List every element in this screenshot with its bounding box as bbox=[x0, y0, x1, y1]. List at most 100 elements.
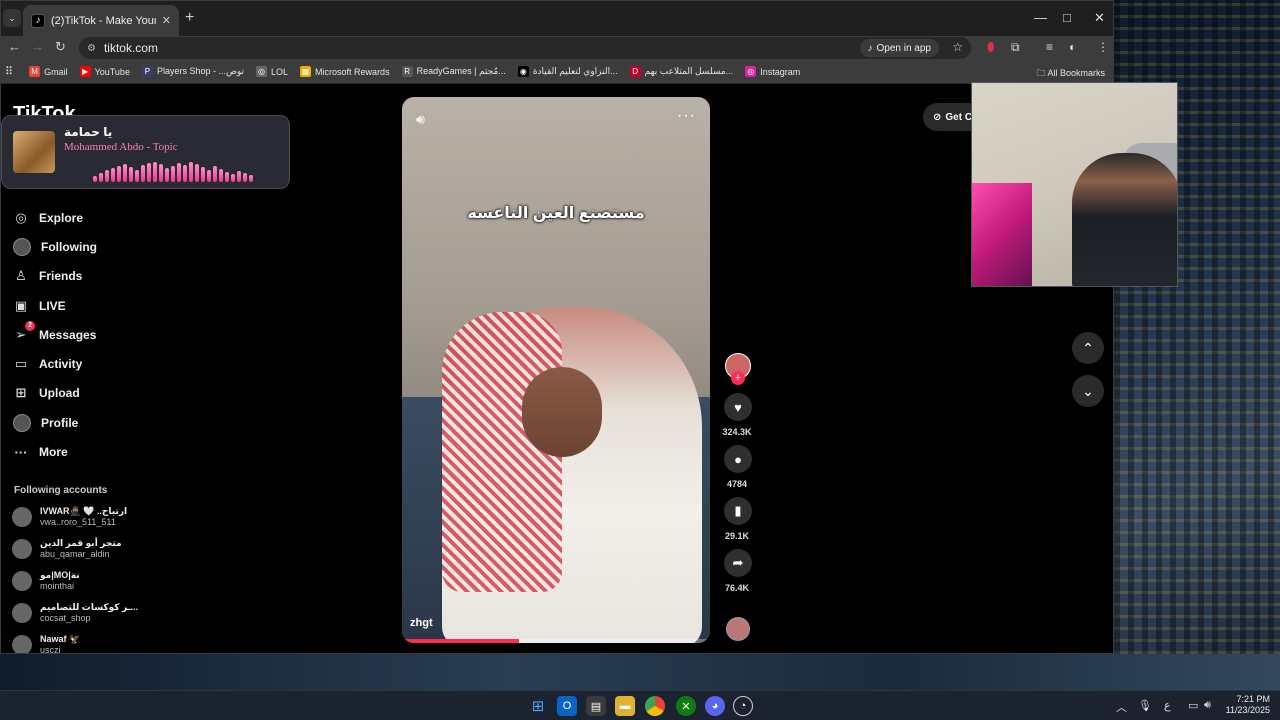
profile-icon bbox=[13, 413, 31, 432]
apps-grid-icon[interactable]: ⠿ bbox=[5, 65, 13, 78]
video-player[interactable]: مستصنع العين الناعسه 🔊︎ ··· zhgt bbox=[402, 97, 710, 643]
following-accounts-title: Following accounts bbox=[14, 485, 108, 496]
friends-icon: ♙ bbox=[15, 268, 27, 284]
store-icon[interactable]: ▤ bbox=[586, 696, 606, 716]
sidebar-item-following[interactable]: Following bbox=[1, 232, 151, 261]
all-bookmarks-button[interactable]: 🗀 All Bookmarks bbox=[1036, 66, 1105, 82]
account-handle: cocsat_shop bbox=[40, 613, 91, 623]
volume-icon[interactable]: 🔊︎ bbox=[416, 111, 425, 128]
video-more-icon[interactable]: ··· bbox=[677, 107, 696, 125]
bookmark-item[interactable]: ◎ Instagram bbox=[745, 66, 800, 77]
following-account[interactable]: IVWAR🥷🏽 🤍 ..ارتباح vwa..roro_511_511 bbox=[12, 506, 127, 528]
sidebar-item-friends[interactable]: ♙ Friends bbox=[1, 262, 151, 291]
following-icon bbox=[13, 237, 31, 256]
bookmark-item[interactable]: D مسلسل المتلاعب بهم... bbox=[629, 66, 733, 77]
new-tab-button[interactable]: + bbox=[185, 10, 194, 26]
tab-search-button[interactable]: ⌄ bbox=[3, 9, 21, 27]
file-explorer-icon[interactable]: ▬ bbox=[615, 696, 635, 716]
discord-icon[interactable]: ◕ bbox=[705, 696, 725, 716]
share-icon[interactable]: ➦ bbox=[724, 549, 752, 577]
visualizer-bar bbox=[147, 163, 151, 182]
bookmark-item[interactable]: ▶ YouTube bbox=[79, 66, 130, 77]
sound-disc-avatar[interactable] bbox=[726, 617, 750, 641]
bookmark-star-icon[interactable]: ☆ bbox=[952, 40, 963, 54]
tiktok-favicon-icon: ♪ bbox=[31, 13, 45, 28]
video-progress-fill bbox=[402, 639, 520, 643]
sidebar-item-upload[interactable]: ⊞ Upload bbox=[1, 379, 151, 408]
bookmark-item[interactable]: M Gmail bbox=[29, 66, 68, 77]
account-avatar bbox=[12, 507, 32, 527]
previous-video-button[interactable]: ⌃ bbox=[1072, 332, 1104, 364]
visualizer-bar bbox=[171, 166, 175, 182]
site-info-icon[interactable]: ⚙ bbox=[87, 43, 96, 54]
sidebar-item-messages[interactable]: ➢ 2 Messages bbox=[1, 320, 151, 349]
bookmark-item[interactable]: R ReadyGames | مُجتم... bbox=[401, 66, 506, 77]
video-username[interactable]: zhgt bbox=[410, 617, 433, 629]
tray-overflow-icon[interactable]: ︿ bbox=[1116, 699, 1127, 715]
open-in-app-label: Open in app bbox=[876, 42, 932, 54]
video-progress-bar[interactable] bbox=[402, 639, 710, 643]
follow-plus-icon[interactable]: + bbox=[731, 371, 745, 385]
visualizer-bar bbox=[111, 168, 115, 182]
sidebar-item-live[interactable]: ▣ LIVE bbox=[1, 291, 151, 320]
input-language[interactable]: ع bbox=[1164, 699, 1171, 712]
sidebar-item-profile[interactable]: Profile bbox=[1, 408, 151, 437]
bookmark-label: ReadyGames | مُجتم... bbox=[416, 66, 506, 76]
bookmark-icon[interactable]: ▮ bbox=[724, 497, 752, 525]
following-account[interactable]: ـر كوكسات للتصاميم... cocsat_shop bbox=[12, 602, 138, 624]
microphone-icon[interactable]: 🎙︎ bbox=[1138, 699, 1152, 712]
next-video-button[interactable]: ⌄ bbox=[1072, 375, 1104, 407]
outlook-icon[interactable]: O bbox=[557, 696, 577, 716]
address-bar[interactable]: ⚙ tiktok.com ♪ Open in app ☆ bbox=[79, 37, 971, 59]
bookmark-item[interactable]: P Players Shop - ...توص bbox=[141, 66, 244, 77]
tiktok-page: TikTok يا حمامة Mohammed Abdo - Topic ◎ E… bbox=[1, 85, 1113, 653]
menu-kebab-icon[interactable]: ⋮ bbox=[1097, 40, 1109, 54]
following-account[interactable]: متجر أبو قمر الدين abu_qamar_aldin bbox=[12, 538, 122, 560]
account-handle: vwa..roro_511_511 bbox=[40, 517, 116, 527]
bookmark-item[interactable]: ◎ LOL bbox=[256, 66, 288, 77]
xbox-icon[interactable]: ✕ bbox=[676, 696, 696, 716]
start-icon[interactable]: ⊞ bbox=[528, 696, 548, 716]
back-icon[interactable]: ← bbox=[8, 40, 21, 54]
sidebar-item-more[interactable]: ··· More bbox=[1, 437, 151, 466]
tab-strip: ⌄ ♪ (2)TikTok - Make Your Day ✕ + — □ ✕ bbox=[1, 1, 1113, 36]
comment-icon[interactable]: ● bbox=[724, 445, 752, 473]
album-art bbox=[13, 131, 55, 173]
webcam-person bbox=[1072, 153, 1177, 286]
clock[interactable]: 7:21 PM 11/23/2025 bbox=[1226, 694, 1270, 716]
bookmark-item[interactable]: ◉ النزاوي لتعليم القيادة... bbox=[517, 66, 618, 77]
bookmark-item[interactable]: ▦ Microsoft Rewards bbox=[300, 66, 390, 77]
visualizer-bar bbox=[183, 165, 187, 182]
like-icon[interactable]: ♥ bbox=[724, 393, 752, 421]
visualizer-bar bbox=[141, 165, 145, 182]
open-in-app-button[interactable]: ♪ Open in app bbox=[859, 39, 939, 57]
explore-icon: ◎ bbox=[15, 209, 27, 225]
visualizer-bar bbox=[195, 164, 199, 182]
network-icon[interactable]: ▭ bbox=[1188, 699, 1198, 712]
webcam-overlay bbox=[971, 82, 1178, 287]
account-avatar bbox=[12, 603, 32, 623]
sidebar-item-activity[interactable]: ▭ Activity bbox=[1, 349, 151, 378]
media-control-icon[interactable]: ≡ bbox=[1046, 40, 1053, 54]
chrome-icon[interactable] bbox=[645, 696, 665, 716]
following-account[interactable]: Nawaf 🦅 usczi bbox=[12, 634, 80, 653]
close-window-button[interactable]: ✕ bbox=[1094, 10, 1105, 26]
bookmark-favicon-icon: ▦ bbox=[300, 66, 312, 77]
like-count: 324.3K bbox=[722, 427, 752, 437]
forward-icon[interactable]: → bbox=[31, 40, 44, 54]
extensions-icon[interactable]: ⧉ bbox=[1011, 40, 1020, 55]
sidebar-item-explore[interactable]: ◎ Explore bbox=[1, 203, 151, 232]
maximize-button[interactable]: □ bbox=[1063, 10, 1071, 25]
visualizer-bar bbox=[153, 162, 157, 182]
comment-count: 4784 bbox=[726, 479, 748, 489]
profile-avatar-icon[interactable]: ◐ bbox=[1069, 40, 1076, 54]
following-account[interactable]: مو|MO|نة mointhai bbox=[12, 570, 80, 592]
tab-close-icon[interactable]: ✕ bbox=[162, 14, 171, 27]
now-playing-card[interactable]: يا حمامة Mohammed Abdo - Topic bbox=[1, 115, 290, 189]
reload-icon[interactable]: ↻ bbox=[55, 40, 66, 54]
tab-tiktok[interactable]: ♪ (2)TikTok - Make Your Day ✕ bbox=[23, 5, 179, 36]
extension-red-icon[interactable]: ⬮ bbox=[987, 40, 995, 55]
volume-tray-icon[interactable]: 🔊︎ bbox=[1204, 699, 1211, 712]
steam-icon[interactable]: ◔ bbox=[733, 696, 753, 716]
minimize-button[interactable]: — bbox=[1034, 10, 1047, 25]
